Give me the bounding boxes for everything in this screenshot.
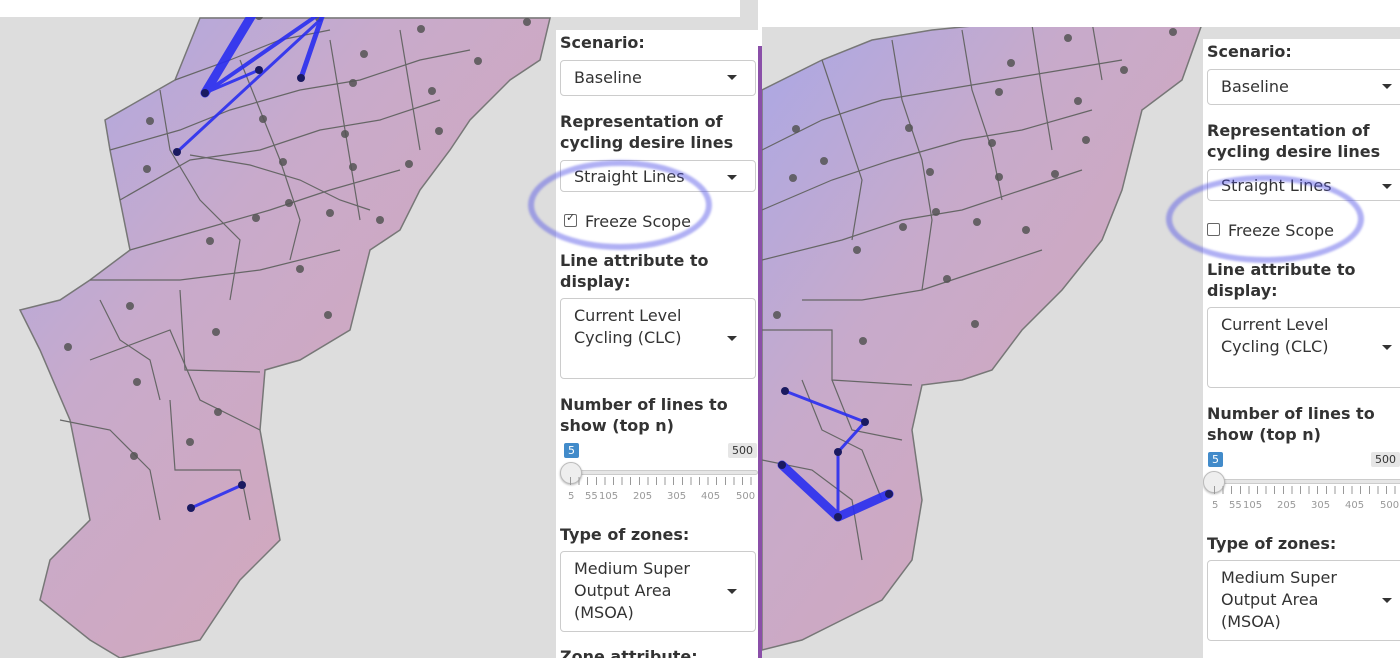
left-app-window: Scenario: Baseline Representation of cyc… [0,0,758,658]
tick-label: 55 [585,491,598,502]
tick-label: 305 [1311,500,1331,511]
scenario-label: Scenario: [560,33,645,52]
right-map-region [762,19,1204,651]
annotation-circle [528,160,712,250]
left-map-region [18,17,551,658]
slider-track[interactable] [568,470,758,475]
slider-value-badge: 5 [564,443,579,458]
chevron-down-icon [727,75,737,80]
chevron-down-icon [727,336,737,341]
chevron-down-icon [727,589,737,594]
tick-label: 55 [1229,500,1242,511]
slider-max-badge: 500 [728,443,757,458]
slider-ticks [1214,486,1400,494]
tick-label: 305 [667,491,687,502]
slider-track[interactable] [1213,479,1400,484]
line-attribute-label: Line attribute to display: [560,251,709,291]
representation-label: Representation of cycling desire lines [1207,121,1381,161]
top-bar [0,0,740,17]
right-control-panel: Scenario: Baseline Representation of cyc… [1203,39,1400,658]
chevron-down-icon [1382,345,1392,350]
scenario-value: Baseline [1221,77,1289,96]
chevron-down-icon [1382,84,1392,89]
tick-label: 205 [633,491,653,502]
right-app-window: Scenario: Baseline Representation of cyc… [762,0,1400,658]
right-map[interactable] [762,0,1212,658]
num-lines-label: Number of lines to show (top n) [560,395,728,435]
zones-select[interactable]: Medium Super Output Area (MSOA) [1207,560,1400,641]
zones-select[interactable]: Medium Super Output Area (MSOA) [560,551,756,632]
line-attribute-value: Current Level Cycling (CLC) [1221,315,1329,356]
tick-label: 105 [599,491,619,502]
zone-attribute-label: Zone attribute: [560,647,698,658]
tick-label: 405 [1345,500,1365,511]
scenario-select[interactable]: Baseline [1207,69,1400,105]
tick-label: 500 [736,491,756,502]
line-attribute-select[interactable]: Current Level Cycling (CLC) [560,298,756,379]
chevron-down-icon [1382,598,1392,603]
tick-label: 500 [1380,500,1400,511]
zones-label: Type of zones: [560,525,690,544]
zones-value: Medium Super Output Area (MSOA) [1221,568,1337,631]
num-lines-label: Number of lines to show (top n) [1207,404,1375,444]
chevron-down-icon [727,175,737,180]
tick-label: 105 [1243,500,1263,511]
line-attribute-value: Current Level Cycling (CLC) [574,306,682,347]
line-attribute-select[interactable]: Current Level Cycling (CLC) [1207,307,1400,388]
zones-label: Type of zones: [1207,534,1337,553]
left-map[interactable] [0,0,560,658]
zones-value: Medium Super Output Area (MSOA) [574,559,690,622]
scenario-select[interactable]: Baseline [560,60,756,96]
top-bar [762,0,1400,27]
tick-label: 5 [1212,500,1219,511]
tick-label: 405 [701,491,721,502]
scenario-label: Scenario: [1207,42,1292,61]
slider-value-badge: 5 [1208,452,1223,467]
chevron-down-icon [1382,184,1392,189]
slider-ticks [570,477,758,485]
line-attribute-label: Line attribute to display: [1207,260,1356,300]
left-control-panel: Scenario: Baseline Representation of cyc… [556,30,758,658]
annotation-circle [1166,175,1364,263]
tick-label: 205 [1277,500,1297,511]
scenario-value: Baseline [574,68,642,87]
representation-label: Representation of cycling desire lines [560,112,734,152]
tick-label: 5 [568,491,575,502]
slider-max-badge: 500 [1371,452,1400,467]
